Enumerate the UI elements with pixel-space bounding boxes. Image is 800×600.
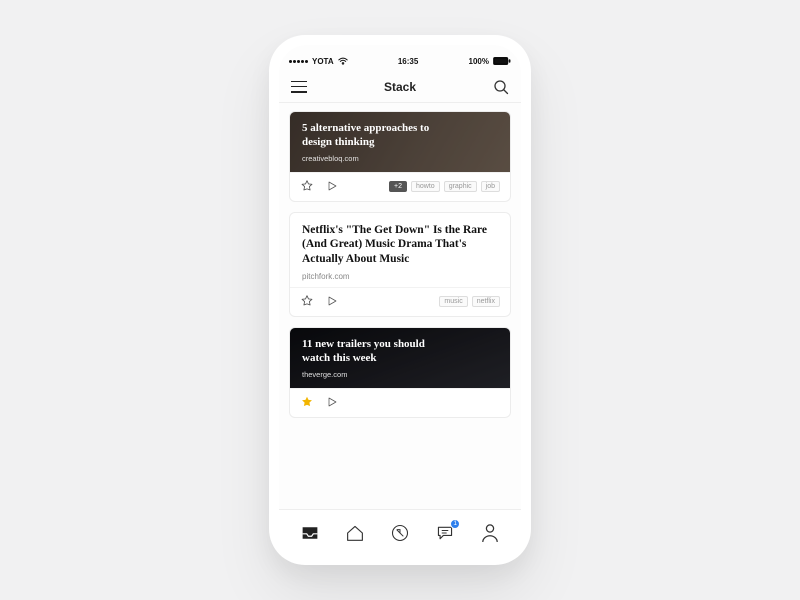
bottom-nav: 1 <box>279 509 521 555</box>
carrier-label: YOTA <box>312 57 334 66</box>
card-title: 11 new trailers you should watch this we… <box>302 338 452 366</box>
wifi-icon <box>338 57 348 65</box>
card-source: pitchfork.com <box>302 272 498 281</box>
nav-home[interactable] <box>343 521 367 545</box>
profile-icon <box>481 523 499 543</box>
play-button[interactable] <box>326 294 340 308</box>
card-tags: +2 howto graphic job <box>389 181 500 192</box>
play-icon <box>326 295 338 307</box>
star-outline-icon <box>300 294 314 308</box>
nav-inbox[interactable] <box>298 521 322 545</box>
tag[interactable]: job <box>481 181 500 192</box>
play-icon <box>326 180 338 192</box>
extra-tags-count[interactable]: +2 <box>389 181 407 192</box>
tag[interactable]: graphic <box>444 181 477 192</box>
star-button[interactable] <box>300 294 314 308</box>
status-right: 100% <box>469 57 511 66</box>
nav-comments[interactable]: 1 <box>433 521 457 545</box>
home-icon <box>345 524 365 542</box>
tag[interactable]: netflix <box>472 296 500 307</box>
card-hero: 11 new trailers you should watch this we… <box>290 328 510 388</box>
article-card[interactable]: 5 alternative approaches to design think… <box>289 111 511 202</box>
card-actions: +2 howto graphic job <box>290 172 510 201</box>
nav-profile[interactable] <box>478 521 502 545</box>
status-time: 16:35 <box>398 57 418 66</box>
play-button[interactable] <box>326 395 340 409</box>
tag[interactable]: music <box>439 296 467 307</box>
battery-icon <box>493 57 511 65</box>
search-icon <box>493 79 509 95</box>
app-title: Stack <box>384 80 416 94</box>
play-icon <box>326 396 338 408</box>
phone-mockup: YOTA 16:35 100% Stack <box>269 35 531 565</box>
inbox-icon <box>300 524 320 542</box>
comments-badge: 1 <box>450 519 460 529</box>
tag-icon <box>390 523 410 543</box>
star-button[interactable] <box>300 395 314 409</box>
card-hero: 5 alternative approaches to design think… <box>290 112 510 172</box>
status-bar: YOTA 16:35 100% <box>279 51 521 71</box>
card-source: creativebloq.com <box>302 154 498 163</box>
card-title: Netflix's "The Get Down" Is the Rare (An… <box>302 223 498 266</box>
card-source: theverge.com <box>302 370 498 379</box>
card-actions <box>290 388 510 417</box>
star-button[interactable] <box>300 179 314 193</box>
article-card[interactable]: 11 new trailers you should watch this we… <box>289 327 511 418</box>
phone-screen: YOTA 16:35 100% Stack <box>279 45 521 555</box>
app-header: Stack <box>279 71 521 103</box>
card-title: 5 alternative approaches to design think… <box>302 122 452 150</box>
card-body: Netflix's "The Get Down" Is the Rare (An… <box>290 213 510 287</box>
star-filled-icon <box>300 395 314 409</box>
tag[interactable]: howto <box>411 181 440 192</box>
signal-dots-icon <box>289 60 308 63</box>
card-actions: music netflix <box>290 287 510 316</box>
article-card[interactable]: Netflix's "The Get Down" Is the Rare (An… <box>289 212 511 317</box>
star-outline-icon <box>300 179 314 193</box>
card-tags: music netflix <box>439 296 500 307</box>
menu-button[interactable] <box>291 81 307 93</box>
status-left: YOTA <box>289 57 348 66</box>
search-button[interactable] <box>493 79 509 95</box>
feed[interactable]: 5 alternative approaches to design think… <box>279 103 521 509</box>
battery-pct: 100% <box>469 57 489 66</box>
nav-tags[interactable] <box>388 521 412 545</box>
play-button[interactable] <box>326 179 340 193</box>
